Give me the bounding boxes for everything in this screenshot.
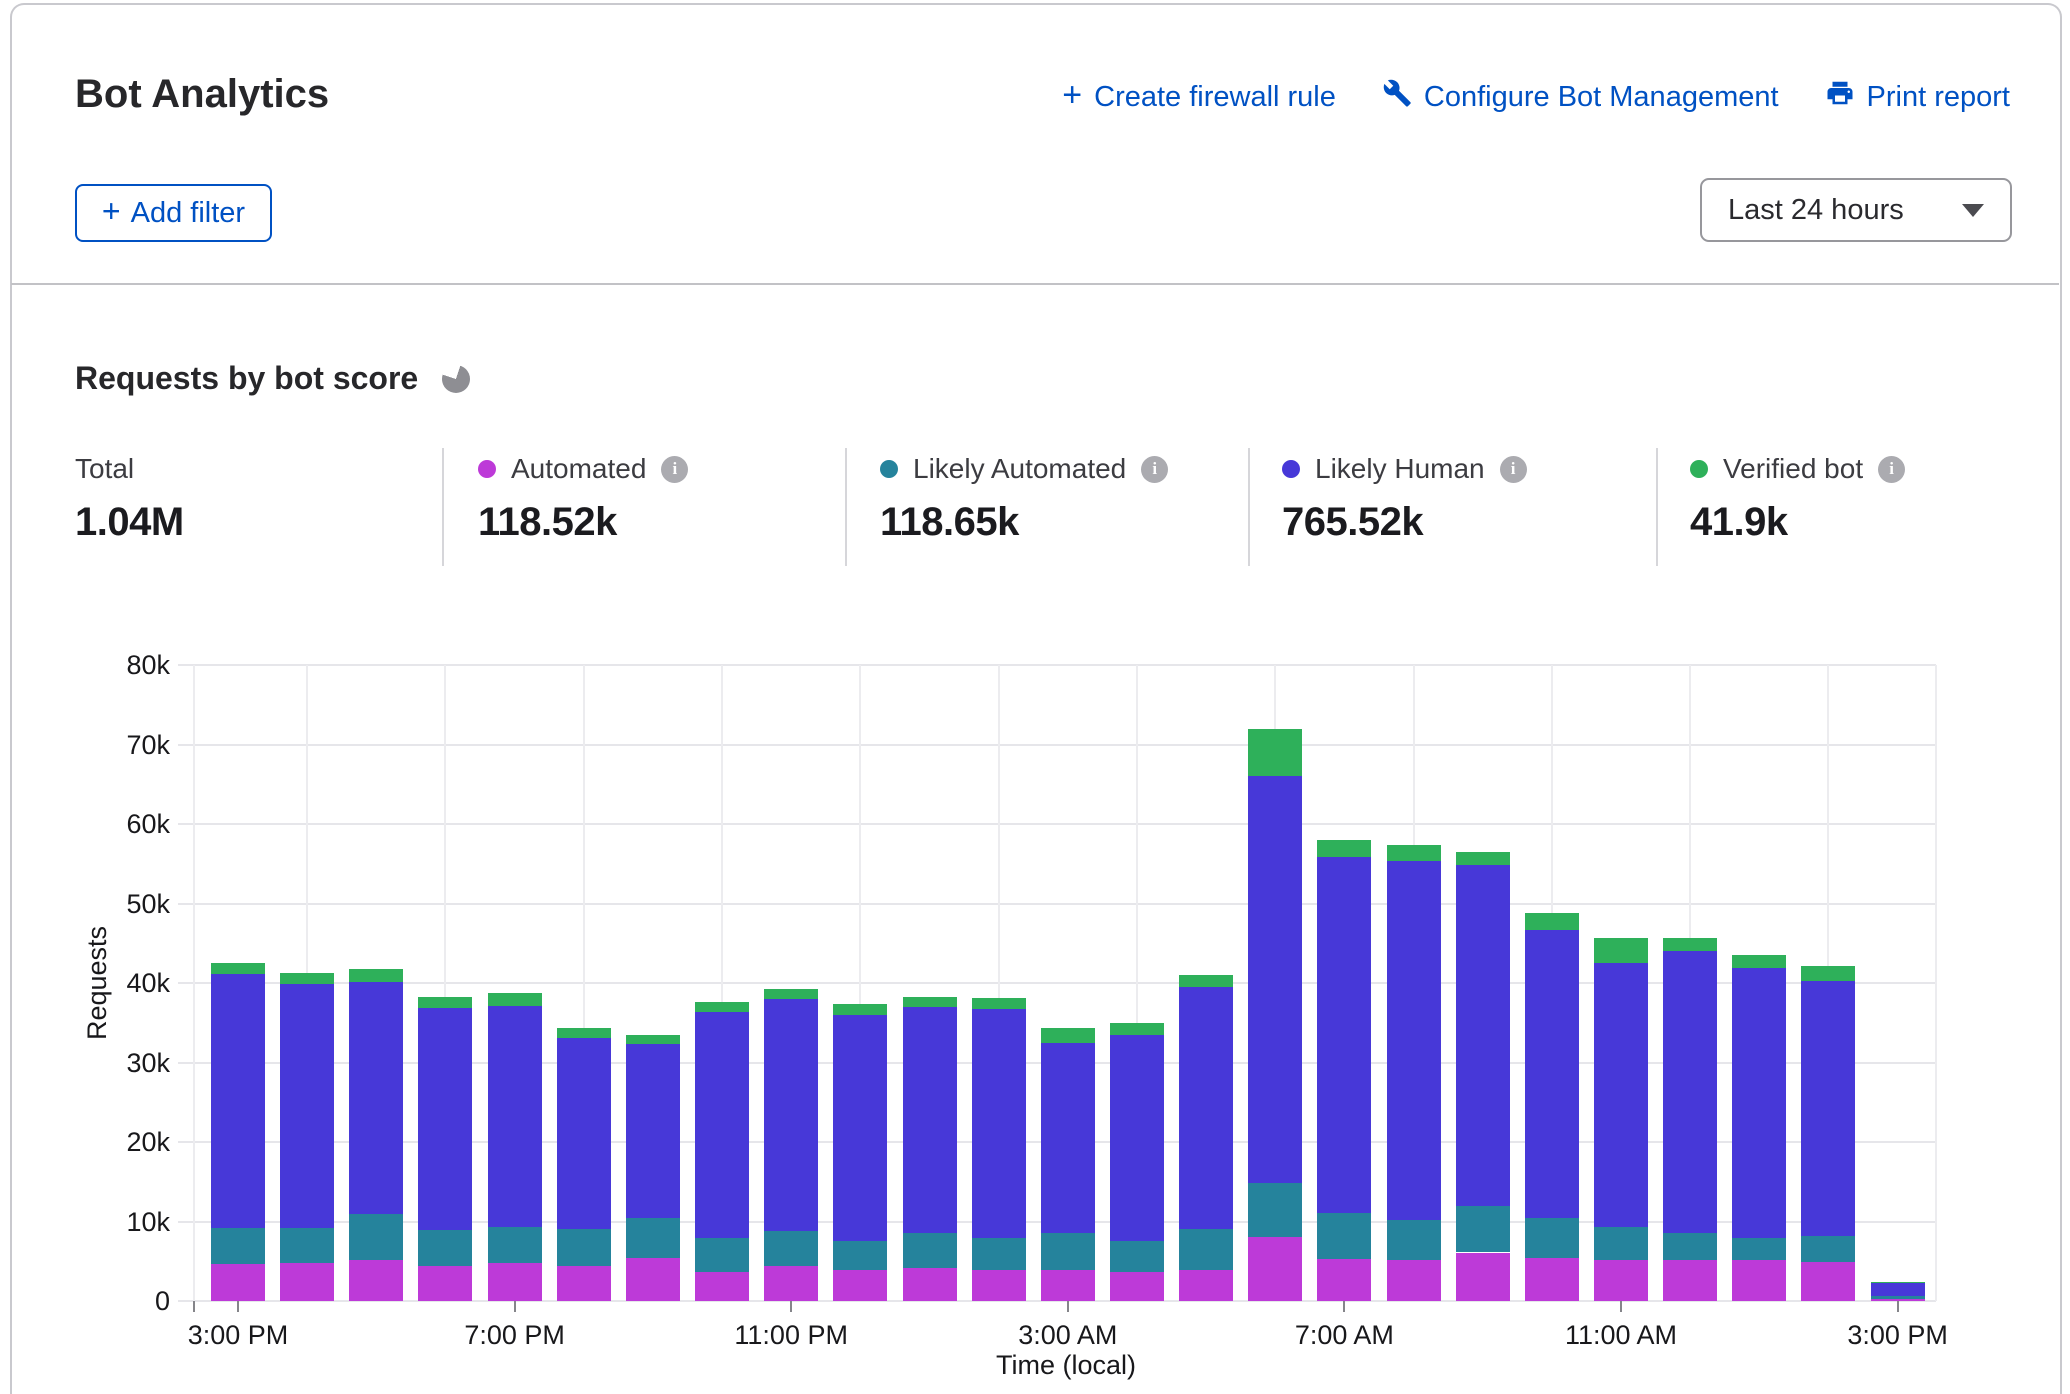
stat-automated: Automated i 118.52k	[478, 452, 688, 545]
stat-likely-automated-value: 118.65k	[880, 500, 1168, 545]
plus-icon: +	[102, 195, 121, 227]
header-divider	[11, 283, 2059, 285]
info-icon[interactable]: i	[661, 456, 688, 483]
create-firewall-rule-label: Create firewall rule	[1094, 81, 1336, 114]
info-icon[interactable]: i	[1141, 456, 1168, 483]
stat-total-label: Total	[75, 453, 134, 485]
stat-automated-value: 118.52k	[478, 500, 688, 545]
verified-bot-legend-dot	[1690, 460, 1708, 478]
configure-bot-management-link[interactable]: Configure Bot Management	[1382, 78, 1779, 116]
info-icon[interactable]: i	[1500, 456, 1527, 483]
likely-automated-legend-dot	[880, 460, 898, 478]
stat-total-value: 1.04M	[75, 500, 184, 545]
likely-human-legend-dot	[1282, 460, 1300, 478]
bot-analytics-screen: Bot Analytics + Create firewall rule Con…	[0, 0, 2070, 1394]
add-filter-button[interactable]: + Add filter	[75, 184, 272, 242]
print-report-label: Print report	[1867, 81, 2010, 114]
pie-chart-icon	[442, 365, 470, 393]
page-title: Bot Analytics	[75, 72, 329, 117]
stat-divider	[1248, 448, 1250, 566]
print-report-link[interactable]: Print report	[1825, 78, 2010, 116]
configure-bot-management-label: Configure Bot Management	[1424, 81, 1779, 114]
stat-likely-automated: Likely Automated i 118.65k	[880, 452, 1168, 545]
section-title: Requests by bot score	[75, 360, 418, 397]
stat-verified-bot-label: Verified bot	[1723, 453, 1863, 485]
wrench-icon	[1382, 78, 1412, 116]
info-icon[interactable]: i	[1878, 456, 1905, 483]
stat-divider	[845, 448, 847, 566]
time-range-select[interactable]: Last 24 hours	[1700, 178, 2012, 242]
automated-legend-dot	[478, 460, 496, 478]
add-filter-label: Add filter	[131, 197, 245, 230]
stat-likely-human-label: Likely Human	[1315, 453, 1485, 485]
stat-total: Total 1.04M	[75, 452, 184, 545]
printer-icon	[1825, 78, 1855, 116]
stat-likely-human: Likely Human i 765.52k	[1282, 452, 1527, 545]
header-actions: + Create firewall rule Configure Bot Man…	[1062, 78, 2010, 116]
stat-verified-bot: Verified bot i 41.9k	[1690, 452, 1905, 545]
create-firewall-rule-link[interactable]: + Create firewall rule	[1062, 80, 1336, 114]
time-range-value: Last 24 hours	[1728, 194, 1904, 227]
section-title-row: Requests by bot score	[75, 360, 470, 397]
stat-automated-label: Automated	[511, 453, 646, 485]
stat-likely-human-value: 765.52k	[1282, 500, 1527, 545]
plus-icon: +	[1062, 78, 1082, 112]
chevron-down-icon	[1962, 204, 1984, 217]
stat-divider	[442, 448, 444, 566]
stat-likely-automated-label: Likely Automated	[913, 453, 1126, 485]
stat-verified-bot-value: 41.9k	[1690, 500, 1905, 545]
stat-divider	[1656, 448, 1658, 566]
